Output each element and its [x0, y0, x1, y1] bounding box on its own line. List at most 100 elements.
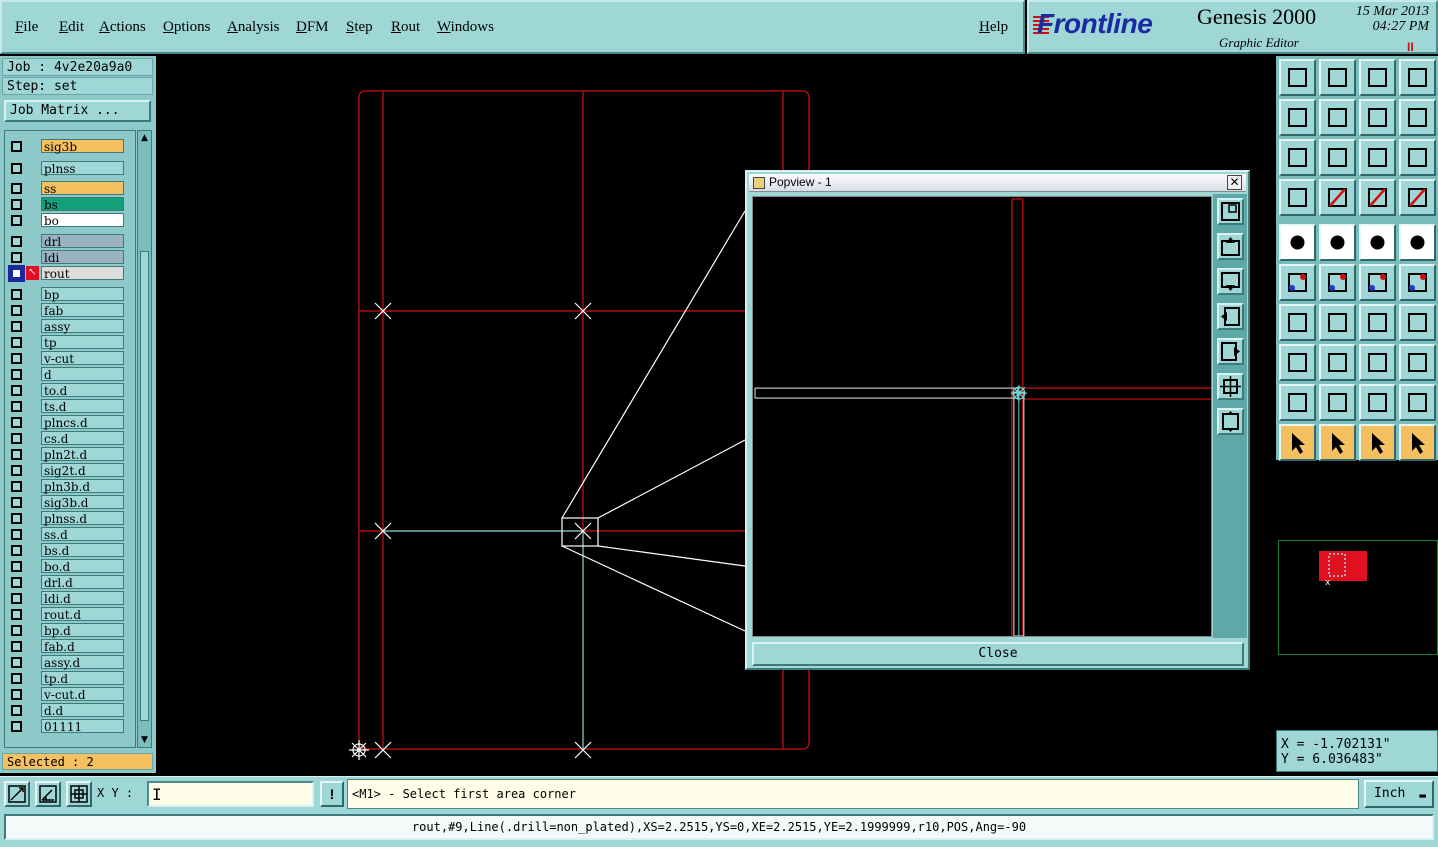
layer-checkbox[interactable] [11, 625, 22, 636]
triangle-width-icon[interactable] [1399, 384, 1436, 421]
layer-row[interactable]: bo.d [5, 559, 135, 574]
pan-up-icon[interactable] [1217, 233, 1244, 260]
layer-checkbox[interactable] [11, 561, 22, 572]
scroll-thumb[interactable] [140, 251, 149, 721]
flip-text-icon[interactable] [1399, 304, 1436, 341]
menu-file[interactable]: File [15, 19, 38, 36]
menu-windows[interactable]: Windows [437, 19, 494, 36]
layer-row[interactable]: ts.d [5, 399, 135, 414]
layer-checkbox[interactable] [11, 433, 22, 444]
layer-name[interactable]: ss.d [41, 527, 124, 542]
layer-checkbox[interactable] [11, 417, 22, 428]
layer-row[interactable]: bp [5, 287, 135, 302]
layer-name[interactable]: assy [41, 319, 124, 334]
layer-name[interactable]: assy.d [41, 655, 124, 670]
layer-row[interactable]: plnss.d [5, 511, 135, 526]
cut-icon[interactable] [1319, 179, 1356, 216]
layer-checkbox[interactable] [11, 236, 22, 247]
route-layer-icon[interactable] [1359, 179, 1396, 216]
layer-down-icon[interactable] [1319, 59, 1356, 96]
popview-titlebar[interactable]: Popview - 1 ✕ [749, 174, 1246, 192]
select-poly-icon[interactable] [1359, 424, 1396, 461]
layer-row[interactable]: bs [5, 197, 135, 212]
layer-row[interactable]: ↖ rout [5, 265, 135, 282]
layer-row[interactable]: plnss [5, 161, 135, 176]
overview-map[interactable]: x [1278, 540, 1438, 655]
net-icon[interactable] [1279, 264, 1316, 301]
line-angle-icon[interactable] [1279, 304, 1316, 341]
layer-name[interactable]: bp [41, 287, 124, 302]
zoom-home-icon[interactable] [1217, 373, 1244, 400]
rotate-icon[interactable] [1359, 304, 1396, 341]
scroll-down-icon[interactable]: ▼ [139, 734, 150, 746]
layer-row[interactable]: d [5, 367, 135, 382]
layer-name[interactable]: plnss [41, 161, 124, 176]
layer-name[interactable]: bp.d [41, 623, 124, 638]
draw-select-icon[interactable] [1319, 224, 1356, 261]
layer-name[interactable]: fab [41, 303, 124, 318]
menu-actions[interactable]: Actions [99, 19, 146, 36]
select-icon[interactable] [1279, 424, 1316, 461]
layer-name[interactable]: ldi [41, 250, 124, 265]
tools-icon[interactable] [1279, 179, 1316, 216]
layer-checkbox[interactable] [11, 321, 22, 332]
snap-angle-icon[interactable] [35, 781, 61, 807]
line-seg-icon[interactable] [1319, 344, 1356, 381]
layer-row[interactable]: assy.d [5, 655, 135, 670]
layer-name[interactable]: d [41, 367, 124, 382]
snap-grid-icon[interactable] [66, 781, 92, 807]
layer-name[interactable]: bo.d [41, 559, 124, 574]
popview-canvas[interactable] [752, 196, 1212, 637]
circle-icon[interactable] [1399, 224, 1436, 261]
layer-checkbox[interactable] [11, 593, 22, 604]
pan-right-icon[interactable] [1217, 338, 1244, 365]
pad-move-icon[interactable] [1279, 344, 1316, 381]
layer-row[interactable]: bp.d [5, 623, 135, 638]
layer-row[interactable]: bo [5, 213, 135, 228]
layer-row[interactable]: sig2t.d [5, 463, 135, 478]
layer-checkbox[interactable] [11, 183, 22, 194]
layer-checkbox[interactable] [11, 465, 22, 476]
layer-row[interactable]: ss.d [5, 527, 135, 542]
menu-options[interactable]: Options [163, 19, 211, 36]
layer-row[interactable]: ldi [5, 250, 135, 265]
help-icon[interactable] [1399, 139, 1436, 176]
ruler-icon[interactable] [1359, 224, 1396, 261]
layer-name[interactable]: tp.d [41, 671, 124, 686]
layer-row[interactable]: ldi.d [5, 591, 135, 606]
layer-row[interactable]: pln2t.d [5, 447, 135, 462]
delete-node-icon[interactable] [1319, 264, 1356, 301]
layer-checkbox[interactable] [11, 305, 22, 316]
layer-checkbox[interactable] [11, 289, 22, 300]
layer-row[interactable]: d.d [5, 703, 135, 718]
menu-analysis[interactable]: Analysis [227, 19, 280, 36]
pv-rout-h[interactable] [754, 387, 1019, 399]
units-selector[interactable]: Inch ▬ [1364, 780, 1434, 808]
layer-row[interactable]: to.d [5, 383, 135, 398]
layer-name[interactable]: to.d [41, 383, 124, 398]
layer-row[interactable]: tp [5, 335, 135, 350]
layer-name[interactable]: fab.d [41, 639, 124, 654]
layer-name[interactable]: tp [41, 335, 124, 350]
pan-left-icon[interactable] [1279, 99, 1316, 136]
layer-checkbox[interactable] [11, 689, 22, 700]
layer-scrollbar[interactable]: ▲ ▼ [137, 130, 152, 748]
menu-dfm[interactable]: DFM [296, 19, 329, 36]
close-icon[interactable]: ✕ [1227, 175, 1242, 190]
select-net-icon[interactable] [1399, 424, 1436, 461]
layer-row[interactable]: plncs.d [5, 415, 135, 430]
layer-checkbox[interactable] [11, 705, 22, 716]
layer-name[interactable]: 01111 [41, 719, 124, 734]
layer-checkbox[interactable] [11, 529, 22, 540]
layer-checkbox[interactable] [11, 337, 22, 348]
layer-name[interactable]: v-cut [41, 351, 124, 366]
layer-checkbox[interactable] [11, 385, 22, 396]
layer-row[interactable]: cs.d [5, 431, 135, 446]
pan-left-icon[interactable] [1217, 303, 1244, 330]
layer-row[interactable]: bs.d [5, 543, 135, 558]
layer-row[interactable]: v-cut.d [5, 687, 135, 702]
layer-checkbox[interactable] [11, 657, 22, 668]
zoom-window-icon[interactable] [1217, 198, 1244, 225]
home-icon[interactable] [1359, 59, 1396, 96]
menu-step[interactable]: Step [346, 19, 373, 36]
